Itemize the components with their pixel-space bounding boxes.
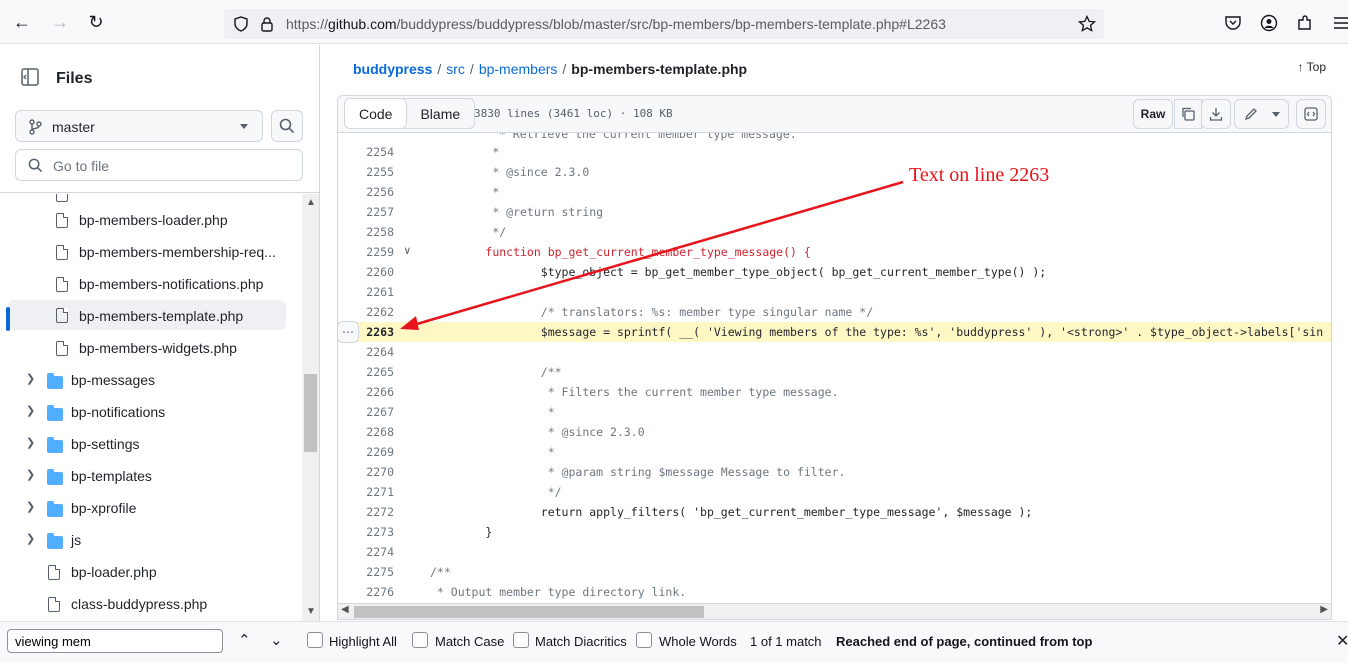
find-previous-icon[interactable]: ⌃ [238,631,251,649]
match-diacritics-checkbox[interactable] [513,632,529,648]
find-input[interactable] [7,629,223,653]
highlight-all-checkbox[interactable] [307,632,323,648]
match-diacritics-label[interactable]: Match Diacritics [535,634,627,649]
find-status: Reached end of page, continued from top [836,634,1093,649]
match-case-label[interactable]: Match Case [435,634,504,649]
whole-words-label[interactable]: Whole Words [659,634,737,649]
highlight-all-label[interactable]: Highlight All [329,634,397,649]
find-bar: ⌃ ⌄ Highlight All Match Case Match Diacr… [0,621,1348,663]
find-next-icon[interactable]: ⌄ [270,631,283,649]
match-count: 1 of 1 match [750,634,822,649]
whole-words-checkbox[interactable] [636,632,652,648]
close-icon[interactable]: ✕ [1336,631,1348,651]
annotation-arrow [400,180,904,330]
match-case-checkbox[interactable] [412,632,428,648]
annotation-label: Text on line 2263 [909,164,1050,186]
